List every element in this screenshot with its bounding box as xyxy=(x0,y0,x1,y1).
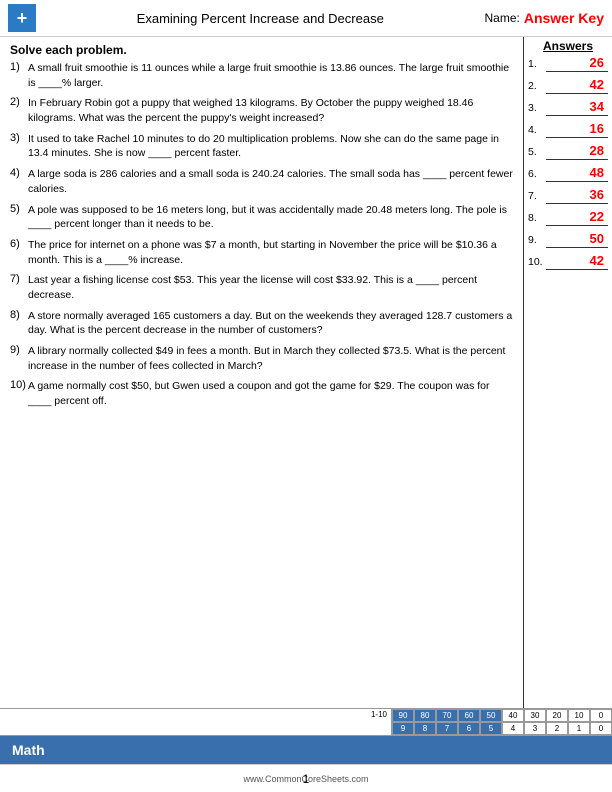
answer-row-3: 3. 34 xyxy=(528,99,608,116)
problem-num-8: 8) xyxy=(10,309,28,321)
footer-bottom: www.CommonCoreSheets.com 1 xyxy=(0,764,612,792)
problem-1: 1) A small fruit smoothie is 11 ounces w… xyxy=(10,61,513,90)
answer-row-10: 10. 42 xyxy=(528,253,608,270)
answers-column: Answers 1. 26 2. 42 3. 34 4. 16 5. xyxy=(524,37,612,725)
answer-num-10: 10. xyxy=(528,256,546,268)
problem-10: 10) A game normally cost $50, but Gwen u… xyxy=(10,379,513,408)
header-right: Name: Answer Key xyxy=(485,10,605,26)
logo-text: + xyxy=(17,8,28,29)
answer-row-1: 1. 26 xyxy=(528,55,608,72)
problem-9: 9) A library normally collected $49 in f… xyxy=(10,344,513,373)
answer-val-1: 26 xyxy=(590,55,604,70)
problem-text-4: A large soda is 286 calories and a small… xyxy=(28,167,513,196)
problem-num-1: 1) xyxy=(10,61,28,73)
problem-num-3: 3) xyxy=(10,132,28,144)
problem-5: 5) A pole was supposed to be 16 meters l… xyxy=(10,203,513,232)
problem-num-2: 2) xyxy=(10,96,28,108)
problem-7: 7) Last year a fishing license cost $53.… xyxy=(10,273,513,302)
problem-4: 4) A large soda is 286 calories and a sm… xyxy=(10,167,513,196)
footer-bar: Math xyxy=(0,736,612,764)
problems-area: Solve each problem. 1) A small fruit smo… xyxy=(0,37,524,725)
problem-text-10: A game normally cost $50, but Gwen used … xyxy=(28,379,513,408)
answer-val-5: 28 xyxy=(590,143,604,158)
problem-6: 6) The price for internet on a phone was… xyxy=(10,238,513,267)
answer-row-2: 2. 42 xyxy=(528,77,608,94)
main-content: Solve each problem. 1) A small fruit smo… xyxy=(0,37,612,725)
answer-val-6: 48 xyxy=(590,165,604,180)
answer-line-4: 16 xyxy=(546,121,608,138)
answer-val-7: 36 xyxy=(590,187,604,202)
answer-val-8: 22 xyxy=(590,209,604,224)
answer-row-8: 8. 22 xyxy=(528,209,608,226)
problem-text-5: A pole was supposed to be 16 meters long… xyxy=(28,203,513,232)
range-label: 1-10 xyxy=(371,710,387,719)
answer-val-2: 42 xyxy=(590,77,604,92)
footer-page: 1 xyxy=(303,772,310,786)
answer-num-4: 4. xyxy=(528,124,546,136)
answer-line-2: 42 xyxy=(546,77,608,94)
answer-row-4: 4. 16 xyxy=(528,121,608,138)
problem-num-10: 10) xyxy=(10,379,28,391)
footer: 1-10 90807060504030201009876543210 Math … xyxy=(0,708,612,792)
answer-val-10: 42 xyxy=(590,253,604,268)
header: + Examining Percent Increase and Decreas… xyxy=(0,0,612,37)
answer-num-9: 9. xyxy=(528,234,546,246)
logo: + xyxy=(8,4,36,32)
answer-num-7: 7. xyxy=(528,190,546,202)
problem-num-9: 9) xyxy=(10,344,28,356)
answer-num-6: 6. xyxy=(528,168,546,180)
name-label: Name: xyxy=(485,11,520,25)
footer-subject: Math xyxy=(12,742,45,758)
answer-row-5: 5. 28 xyxy=(528,143,608,160)
problem-2: 2) In February Robin got a puppy that we… xyxy=(10,96,513,125)
answer-val-4: 16 xyxy=(590,121,604,136)
answer-val-3: 34 xyxy=(590,99,604,114)
problem-num-7: 7) xyxy=(10,273,28,285)
answer-line-3: 34 xyxy=(546,99,608,116)
answer-num-8: 8. xyxy=(528,212,546,224)
answer-num-1: 1. xyxy=(528,58,546,70)
answer-num-3: 3. xyxy=(528,102,546,114)
answer-line-1: 26 xyxy=(546,55,608,72)
problem-text-3: It used to take Rachel 10 minutes to do … xyxy=(28,132,513,161)
worksheet-title: Examining Percent Increase and Decrease xyxy=(36,11,485,26)
problem-text-6: The price for internet on a phone was $7… xyxy=(28,238,513,267)
problem-text-1: A small fruit smoothie is 11 ounces whil… xyxy=(28,61,513,90)
answer-line-6: 48 xyxy=(546,165,608,182)
problem-3: 3) It used to take Rachel 10 minutes to … xyxy=(10,132,513,161)
answer-line-9: 50 xyxy=(546,231,608,248)
answer-key-label: Answer Key xyxy=(524,10,604,26)
problem-text-9: A library normally collected $49 in fees… xyxy=(28,344,513,373)
problem-text-8: A store normally averaged 165 customers … xyxy=(28,309,513,338)
problem-text-2: In February Robin got a puppy that weigh… xyxy=(28,96,513,125)
answer-line-10: 42 xyxy=(546,253,608,270)
answer-num-2: 2. xyxy=(528,80,546,92)
answer-row-7: 7. 36 xyxy=(528,187,608,204)
answer-row-9: 9. 50 xyxy=(528,231,608,248)
answer-line-5: 28 xyxy=(546,143,608,160)
problem-num-4: 4) xyxy=(10,167,28,179)
problem-num-6: 6) xyxy=(10,238,28,250)
answer-line-7: 36 xyxy=(546,187,608,204)
answer-row-6: 6. 48 xyxy=(528,165,608,182)
answers-header: Answers xyxy=(528,39,608,53)
problem-text-7: Last year a fishing license cost $53. Th… xyxy=(28,273,513,302)
problem-num-5: 5) xyxy=(10,203,28,215)
answer-val-9: 50 xyxy=(590,231,604,246)
answer-num-5: 5. xyxy=(528,146,546,158)
problem-8: 8) A store normally averaged 165 custome… xyxy=(10,309,513,338)
answer-line-8: 22 xyxy=(546,209,608,226)
instructions: Solve each problem. xyxy=(10,43,513,57)
